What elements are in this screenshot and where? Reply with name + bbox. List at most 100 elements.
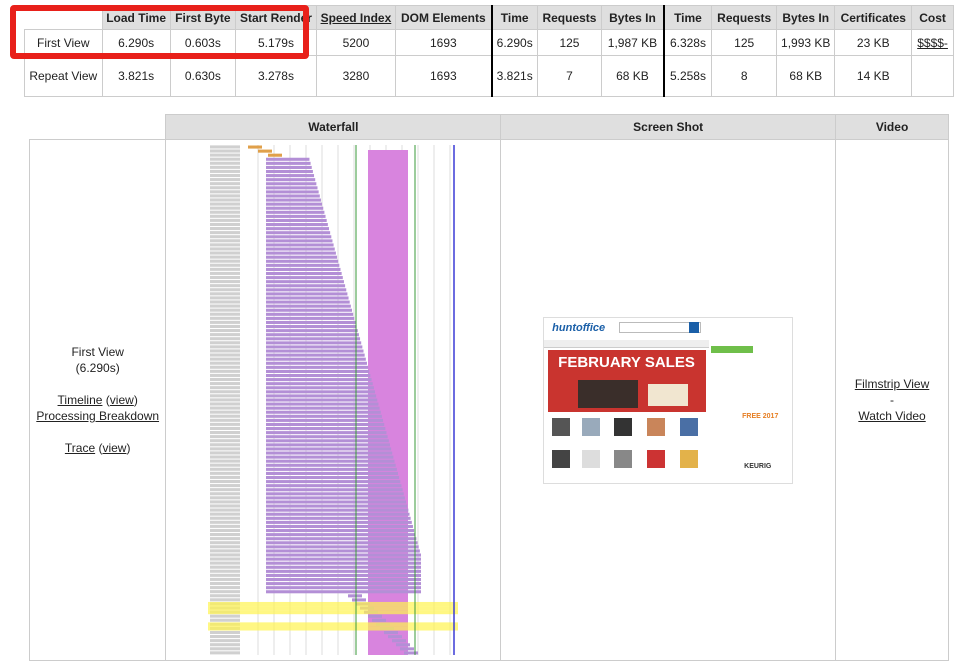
col-doc-time: Time <box>490 5 538 30</box>
col-cost: Cost <box>911 5 954 30</box>
request-label <box>210 426 241 430</box>
doc-time: 3.821s <box>490 55 538 97</box>
timeline-view-link[interactable]: view <box>110 393 134 407</box>
waterfall-image[interactable] <box>208 145 459 655</box>
request-bar <box>266 561 422 565</box>
request-bar <box>266 520 413 524</box>
speed-index-link[interactable]: Speed Index <box>321 11 392 25</box>
request-label <box>210 275 241 280</box>
col-speed-index[interactable]: Speed Index <box>315 5 396 30</box>
speed-index: 5200 <box>315 29 396 56</box>
request-label <box>210 365 241 369</box>
request-bar <box>266 435 388 439</box>
start-render: 5.179s <box>234 29 317 56</box>
request-label <box>210 479 241 484</box>
request-label <box>210 647 241 651</box>
request-bar <box>266 451 393 455</box>
request-label <box>210 190 241 194</box>
request-bar <box>266 480 401 484</box>
request-label <box>210 406 241 410</box>
col-doc-bytes: Bytes In <box>601 5 665 30</box>
request-label <box>210 178 241 182</box>
request-bar <box>266 496 406 500</box>
request-bar <box>266 206 324 210</box>
request-label <box>210 520 241 524</box>
request-label <box>210 541 241 545</box>
processing-breakdown-link[interactable]: Processing Breakdown <box>36 409 159 423</box>
request-bar <box>266 573 422 577</box>
request-label <box>210 214 241 218</box>
request-label <box>210 377 241 382</box>
first-view-row: First View 6.290s 0.603s 5.179s 5200 169… <box>24 29 954 56</box>
banner: FEBRUARY SALES <box>548 349 707 412</box>
request-bar <box>266 280 345 284</box>
request-label <box>210 161 241 165</box>
request-bar <box>396 643 411 647</box>
watch-video-link[interactable]: Watch Video <box>858 409 925 423</box>
timeline-link[interactable]: Timeline <box>58 393 103 407</box>
request-bar <box>266 329 359 333</box>
request-label <box>210 337 241 341</box>
request-bar <box>266 390 376 394</box>
request-bar <box>266 488 403 492</box>
banner-title: FEBRUARY SALES <box>558 353 695 371</box>
request-bar <box>392 639 407 643</box>
trace-view-link[interactable]: view <box>102 441 126 455</box>
cost-link[interactable]: $$$$- <box>917 36 948 50</box>
dom-elements: 1693 <box>394 55 493 97</box>
load-time: 6.290s <box>101 29 171 56</box>
start-render: 3.278s <box>234 55 317 97</box>
request-label <box>210 308 241 312</box>
doc-time: 6.290s <box>490 29 538 56</box>
trace-link[interactable]: Trace <box>65 441 95 455</box>
col-doc-requests: Requests <box>536 5 603 30</box>
request-label <box>210 345 241 349</box>
request-label <box>210 443 241 447</box>
request-bar <box>400 647 415 651</box>
request-label <box>210 247 241 251</box>
cost[interactable]: $$$$- <box>911 29 954 56</box>
request-bar <box>266 586 422 590</box>
col-full-requests: Requests <box>711 5 778 30</box>
request-label <box>210 496 241 500</box>
request-label <box>210 533 241 537</box>
doc-bytes: 1,987 KB <box>601 29 665 56</box>
load-time: 3.821s <box>101 55 171 97</box>
request-bar <box>266 345 363 349</box>
request-label <box>210 586 241 590</box>
repeat-view-row: Repeat View 3.821s 0.630s 3.278s 3280 16… <box>24 55 954 97</box>
request-bar <box>266 455 394 459</box>
request-label <box>210 504 241 508</box>
request-label <box>210 565 241 569</box>
request-label <box>210 447 241 451</box>
request-bar <box>266 582 422 586</box>
results-table: Load Time First Byte Start Render Speed … <box>24 5 954 97</box>
filmstrip-view-link[interactable]: Filmstrip View <box>855 377 929 391</box>
first-view-label: First View <box>71 345 124 359</box>
cost <box>911 55 954 97</box>
screenshot-thumbnail[interactable]: huntoffice FEBRUARY SALES FREE 2017 KEUR… <box>543 316 794 484</box>
request-label <box>210 251 241 255</box>
request-label <box>210 577 241 581</box>
request-bar <box>266 231 331 235</box>
request-bar <box>266 369 370 373</box>
banner-product-image <box>578 379 639 408</box>
request-bar <box>266 418 384 422</box>
request-label <box>210 149 241 153</box>
request-bar <box>266 218 327 223</box>
request-bar <box>266 223 329 227</box>
request-bar <box>266 516 411 520</box>
corner-cell <box>24 5 103 30</box>
request-label <box>210 369 241 373</box>
request-label <box>210 402 241 406</box>
request-label <box>210 255 241 259</box>
request-bar <box>266 255 338 259</box>
request-bar <box>266 402 379 406</box>
request-bar <box>266 165 313 169</box>
request-label <box>210 288 241 292</box>
request-label <box>210 581 241 586</box>
request-label <box>210 553 241 557</box>
request-bar <box>266 545 419 549</box>
full-requests: 8 <box>711 55 778 97</box>
request-label <box>210 169 241 173</box>
